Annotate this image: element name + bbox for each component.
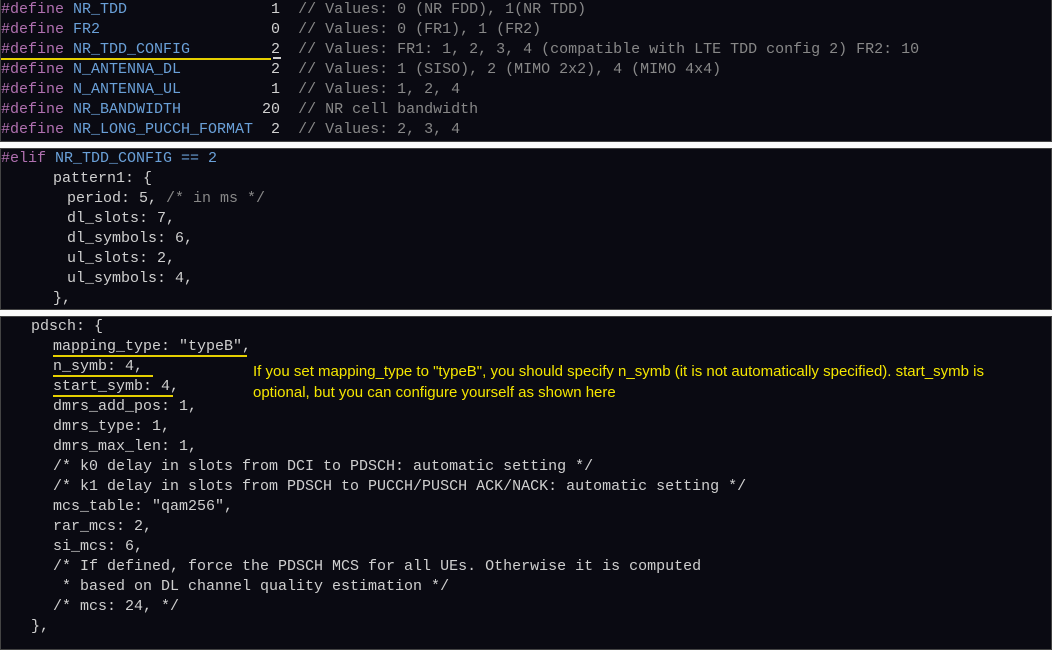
defines-panel: #define NR_TDD 1 // Values: 0 (NR FDD), … bbox=[0, 0, 1052, 142]
define-row: #define NR_TDD 1 // Values: 0 (NR FDD), … bbox=[1, 0, 1051, 20]
define-name: NR_TDD_CONFIG bbox=[73, 41, 262, 58]
define-comment: // NR cell bandwidth bbox=[298, 101, 478, 118]
pdsch-mapping-type: mapping_type: "typeB", bbox=[1, 337, 1051, 357]
define-keyword: #define bbox=[1, 1, 73, 18]
define-name: N_ANTENNA_DL bbox=[73, 61, 262, 78]
pdsch-close: }, bbox=[1, 617, 1051, 637]
define-value: 2 bbox=[262, 121, 298, 138]
define-comment: // Values: FR1: 1, 2, 3, 4 (compatible w… bbox=[298, 41, 919, 58]
pattern1-dl-slots: dl_slots: 7, bbox=[1, 209, 1051, 229]
define-comment: // Values: 1, 2, 4 bbox=[298, 81, 460, 98]
pdsch-comment-mcs-val: /* mcs: 24, */ bbox=[1, 597, 1051, 617]
pdsch-open: pdsch: { bbox=[1, 317, 1051, 337]
pdsch-comment-mcs-b: * based on DL channel quality estimation… bbox=[1, 577, 1051, 597]
define-value: 20 bbox=[262, 101, 298, 118]
define-value: 2 bbox=[262, 61, 298, 78]
pattern1-dl-symbols: dl_symbols: 6, bbox=[1, 229, 1051, 249]
define-keyword: #define bbox=[1, 41, 73, 58]
pattern1-ul-symbols: ul_symbols: 4, bbox=[1, 269, 1051, 289]
define-comment: // Values: 2, 3, 4 bbox=[298, 121, 460, 138]
define-value: 1 bbox=[262, 81, 298, 98]
define-name: NR_TDD bbox=[73, 1, 262, 18]
pattern1-period: period: 5, /* in ms */ bbox=[1, 189, 1051, 209]
define-row: #define N_ANTENNA_UL 1 // Values: 1, 2, … bbox=[1, 80, 1051, 100]
define-keyword: #define bbox=[1, 81, 73, 98]
pdsch-dmrs-max-len: dmrs_max_len: 1, bbox=[1, 437, 1051, 457]
elif-condition: NR_TDD_CONFIG == 2 bbox=[46, 150, 217, 167]
pdsch-rar-mcs: rar_mcs: 2, bbox=[1, 517, 1051, 537]
define-comment: // Values: 1 (SISO), 2 (MIMO 2x2), 4 (MI… bbox=[298, 61, 721, 78]
define-name: NR_BANDWIDTH bbox=[73, 101, 262, 118]
define-row: #define N_ANTENNA_DL 2 // Values: 1 (SIS… bbox=[1, 60, 1051, 80]
define-keyword: #define bbox=[1, 101, 73, 118]
pattern1-open: pattern1: { bbox=[1, 169, 1051, 189]
elif-keyword: #elif bbox=[1, 150, 46, 167]
pattern1-period-kv: period: 5, bbox=[67, 190, 166, 207]
define-comment: // Values: 0 (FR1), 1 (FR2) bbox=[298, 21, 541, 38]
pdsch-dmrs-type: dmrs_type: 1, bbox=[1, 417, 1051, 437]
define-value: 2 bbox=[262, 41, 298, 58]
pdsch-comment-k0: /* k0 delay in slots from DCI to PDSCH: … bbox=[1, 457, 1051, 477]
define-row: #define NR_TDD_CONFIG 2 // Values: FR1: … bbox=[1, 40, 1051, 60]
pattern1-period-comment: /* in ms */ bbox=[166, 190, 265, 207]
elif-panel: #elif NR_TDD_CONFIG == 2 pattern1: { per… bbox=[0, 148, 1052, 310]
define-keyword: #define bbox=[1, 121, 73, 138]
pdsch-comment-mcs-a: /* If defined, force the PDSCH MCS for a… bbox=[1, 557, 1051, 577]
define-row: #define FR2 0 // Values: 0 (FR1), 1 (FR2… bbox=[1, 20, 1051, 40]
define-name: NR_LONG_PUCCH_FORMAT bbox=[73, 121, 262, 138]
define-value: 0 bbox=[262, 21, 298, 38]
pdsch-comment-k1: /* k1 delay in slots from PDSCH to PUCCH… bbox=[1, 477, 1051, 497]
define-name: FR2 bbox=[73, 21, 262, 38]
annotation-text: If you set mapping_type to "typeB", you … bbox=[253, 361, 1033, 403]
pdsch-mcs-table: mcs_table: "qam256", bbox=[1, 497, 1051, 517]
define-row: #define NR_LONG_PUCCH_FORMAT 2 // Values… bbox=[1, 120, 1051, 140]
pattern1-ul-slots: ul_slots: 2, bbox=[1, 249, 1051, 269]
define-row: #define NR_BANDWIDTH 20 // NR cell bandw… bbox=[1, 100, 1051, 120]
pdsch-panel: pdsch: { mapping_type: "typeB", n_symb: … bbox=[0, 316, 1052, 650]
define-keyword: #define bbox=[1, 61, 73, 78]
define-value: 1 bbox=[262, 1, 298, 18]
pattern1-close: }, bbox=[1, 289, 1051, 309]
define-name: N_ANTENNA_UL bbox=[73, 81, 262, 98]
define-keyword: #define bbox=[1, 21, 73, 38]
define-comment: // Values: 0 (NR FDD), 1(NR TDD) bbox=[298, 1, 586, 18]
pdsch-si-mcs: si_mcs: 6, bbox=[1, 537, 1051, 557]
